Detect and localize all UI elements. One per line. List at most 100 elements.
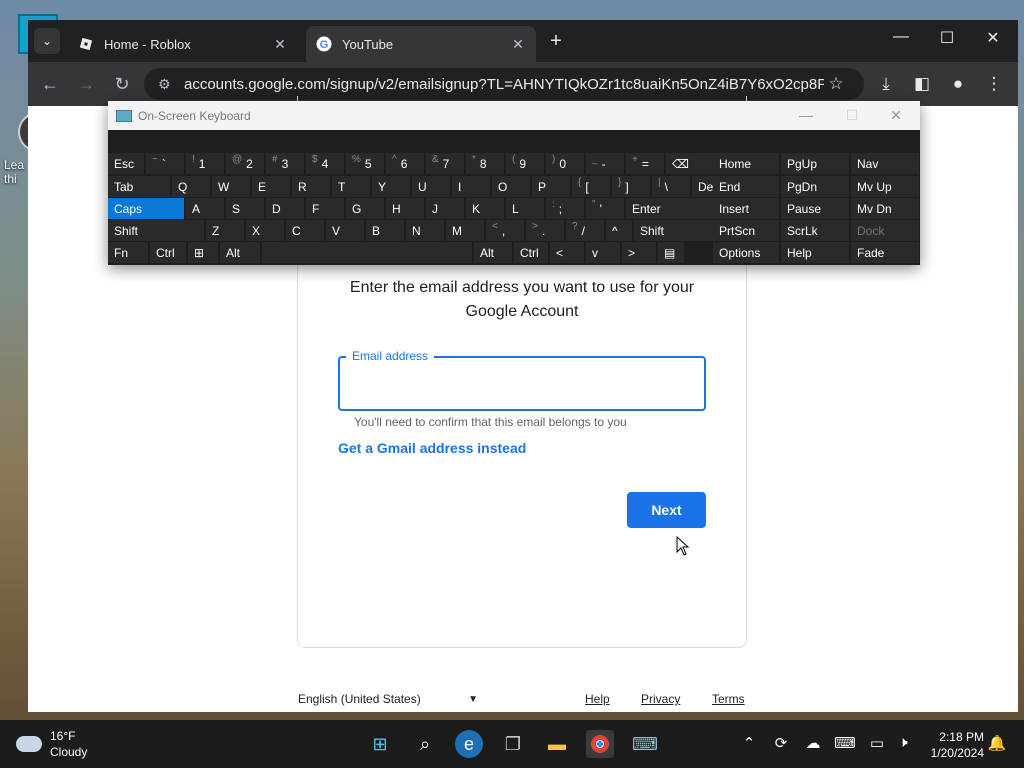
email-input[interactable] bbox=[354, 372, 684, 396]
osk-key-2-13[interactable]: Insert bbox=[713, 198, 779, 219]
osk-key-0-13[interactable]: + = bbox=[626, 153, 664, 174]
next-button[interactable]: Next bbox=[627, 492, 706, 528]
sync-icon[interactable]: ⟳ bbox=[770, 734, 792, 752]
osk-key-2-6[interactable]: H bbox=[386, 198, 424, 219]
osk-key-0-2[interactable]: ! 1 bbox=[186, 153, 224, 174]
osk-key-1-10[interactable]: P bbox=[532, 176, 570, 197]
tab-search-button[interactable]: ⌄ bbox=[34, 28, 60, 54]
osk-close-icon[interactable]: ✕ bbox=[884, 107, 908, 124]
osk-key-4-10[interactable]: ▤ bbox=[658, 242, 684, 263]
osk-key-2-1[interactable]: A bbox=[186, 198, 224, 219]
side-panel-icon[interactable]: ◧ bbox=[910, 72, 934, 96]
osk-key-3-12[interactable]: Shift bbox=[634, 220, 718, 241]
osk-key-1-17[interactable]: Mv Up bbox=[851, 176, 919, 197]
edge-browser-icon[interactable]: e bbox=[455, 730, 483, 758]
osk-key-4-5[interactable]: Alt bbox=[474, 242, 512, 263]
osk-key-3-14[interactable]: ScrLk bbox=[781, 220, 849, 241]
back-arrow-icon[interactable]: ← bbox=[38, 72, 62, 96]
osk-key-1-1[interactable]: Q bbox=[172, 176, 210, 197]
osk-key-3-2[interactable]: X bbox=[246, 220, 284, 241]
tab-close-icon[interactable]: ✕ bbox=[510, 36, 526, 53]
osk-key-0-11[interactable]: ) 0 bbox=[546, 153, 584, 174]
minimize-icon[interactable]: — bbox=[886, 28, 916, 46]
osk-key-0-4[interactable]: #3 bbox=[266, 153, 304, 174]
osk-key-2-15[interactable]: Mv Dn bbox=[851, 198, 919, 219]
get-gmail-link[interactable]: Get a Gmail address instead bbox=[338, 440, 526, 456]
osk-key-4-12[interactable]: Help bbox=[781, 242, 849, 263]
site-info-icon[interactable]: ⚙ bbox=[158, 76, 184, 93]
osk-key-2-14[interactable]: Pause bbox=[781, 198, 849, 219]
osk-key-1-15[interactable]: End bbox=[713, 176, 779, 197]
maximize-icon[interactable]: ☐ bbox=[932, 28, 962, 48]
osk-key-0-12[interactable]: _ - bbox=[586, 153, 624, 174]
osk-key-2-4[interactable]: F bbox=[306, 198, 344, 219]
bookmark-star-icon[interactable]: ☆ bbox=[824, 72, 848, 96]
osk-key-0-7[interactable]: ^ 6 bbox=[386, 153, 424, 174]
osk-key-3-10[interactable]: ? / bbox=[566, 220, 604, 241]
reload-icon[interactable]: ↻ bbox=[110, 72, 134, 96]
menu-kebab-icon[interactable]: ⋮ bbox=[982, 72, 1006, 96]
osk-key-1-12[interactable]: }] bbox=[612, 176, 650, 197]
osk-key-3-6[interactable]: N bbox=[406, 220, 444, 241]
osk-minimize-icon[interactable]: — bbox=[794, 107, 818, 123]
osk-key-4-8[interactable]: v bbox=[586, 242, 620, 263]
network-icon[interactable]: ▭ bbox=[866, 734, 888, 752]
osk-key-4-7[interactable]: < bbox=[550, 242, 584, 263]
osk-key-2-2[interactable]: S bbox=[226, 198, 264, 219]
osk-key-1-2[interactable]: W bbox=[212, 176, 250, 197]
email-field[interactable] bbox=[338, 356, 706, 411]
osk-key-1-3[interactable]: E bbox=[252, 176, 290, 197]
tab-close-icon[interactable]: ✕ bbox=[272, 36, 288, 53]
file-explorer-icon[interactable]: ▬ bbox=[543, 730, 571, 758]
forward-arrow-icon[interactable]: → bbox=[74, 72, 98, 96]
chrome-icon[interactable] bbox=[586, 730, 614, 758]
new-tab-icon[interactable]: + bbox=[544, 30, 568, 53]
osk-key-4-0[interactable]: Fn bbox=[108, 242, 148, 263]
osk-key-2-3[interactable]: D bbox=[266, 198, 304, 219]
osk-key-2-8[interactable]: K bbox=[466, 198, 504, 219]
privacy-link[interactable]: Privacy bbox=[641, 692, 680, 706]
osk-key-3-0[interactable]: Shift bbox=[108, 220, 204, 241]
osk-key-3-8[interactable]: <, bbox=[486, 220, 524, 241]
osk-key-2-11[interactable]: " ' bbox=[586, 198, 624, 219]
download-icon[interactable]: ⤓ bbox=[874, 72, 898, 96]
keyboard-tray-icon[interactable]: ⌨ bbox=[834, 734, 856, 752]
osk-key-2-7[interactable]: J bbox=[426, 198, 464, 219]
osk-key-1-6[interactable]: Y bbox=[372, 176, 410, 197]
osk-key-3-9[interactable]: >. bbox=[526, 220, 564, 241]
osk-key-1-5[interactable]: T bbox=[332, 176, 370, 197]
volume-muted-icon[interactable]: 🕨 bbox=[892, 734, 914, 751]
osk-key-0-0[interactable]: Esc bbox=[108, 153, 144, 174]
profile-icon[interactable]: ● bbox=[946, 72, 970, 96]
osk-key-1-11[interactable]: {[ bbox=[572, 176, 610, 197]
osk-key-0-1[interactable]: ~ ` bbox=[146, 153, 184, 174]
osk-key-3-5[interactable]: B bbox=[366, 220, 404, 241]
language-selector[interactable]: English (United States) ▼ bbox=[298, 692, 478, 706]
osk-key-0-17[interactable]: Nav bbox=[851, 153, 919, 174]
osk-key-0-6[interactable]: % 5 bbox=[346, 153, 384, 174]
start-windows-icon[interactable]: ⊞ bbox=[366, 730, 394, 758]
osk-maximize-icon[interactable]: ☐ bbox=[840, 107, 864, 124]
url-text[interactable]: accounts.google.com/signup/v2/emailsignu… bbox=[184, 76, 824, 93]
osk-key-4-4[interactable] bbox=[262, 242, 472, 263]
osk-key-4-6[interactable]: Ctrl bbox=[514, 242, 548, 263]
osk-key-1-8[interactable]: I bbox=[452, 176, 490, 197]
osk-key-1-13[interactable]: | \ bbox=[652, 176, 690, 197]
osk-key-1-7[interactable]: U bbox=[412, 176, 450, 197]
osk-key-0-9[interactable]: * 8 bbox=[466, 153, 504, 174]
osk-key-3-11[interactable]: ^ bbox=[606, 220, 632, 241]
notification-bell-icon[interactable]: 🔔 bbox=[986, 734, 1008, 752]
osk-key-1-16[interactable]: PgDn bbox=[781, 176, 849, 197]
osk-key-0-3[interactable]: @2 bbox=[226, 153, 264, 174]
osk-key-4-2[interactable]: ⊞ bbox=[188, 242, 218, 263]
osk-key-2-10[interactable]: :; bbox=[546, 198, 584, 219]
osk-key-4-11[interactable]: Options bbox=[713, 242, 779, 263]
tray-overflow-chevron-icon[interactable]: ⌃ bbox=[738, 734, 760, 752]
osk-key-1-9[interactable]: O bbox=[492, 176, 530, 197]
osk-key-1-4[interactable]: R bbox=[292, 176, 330, 197]
osk-key-0-8[interactable]: & 7 bbox=[426, 153, 464, 174]
osk-key-4-3[interactable]: Alt bbox=[220, 242, 260, 263]
osk-key-4-1[interactable]: Ctrl bbox=[150, 242, 186, 263]
osk-key-0-15[interactable]: Home bbox=[713, 153, 779, 174]
osk-key-0-10[interactable]: (9 bbox=[506, 153, 544, 174]
